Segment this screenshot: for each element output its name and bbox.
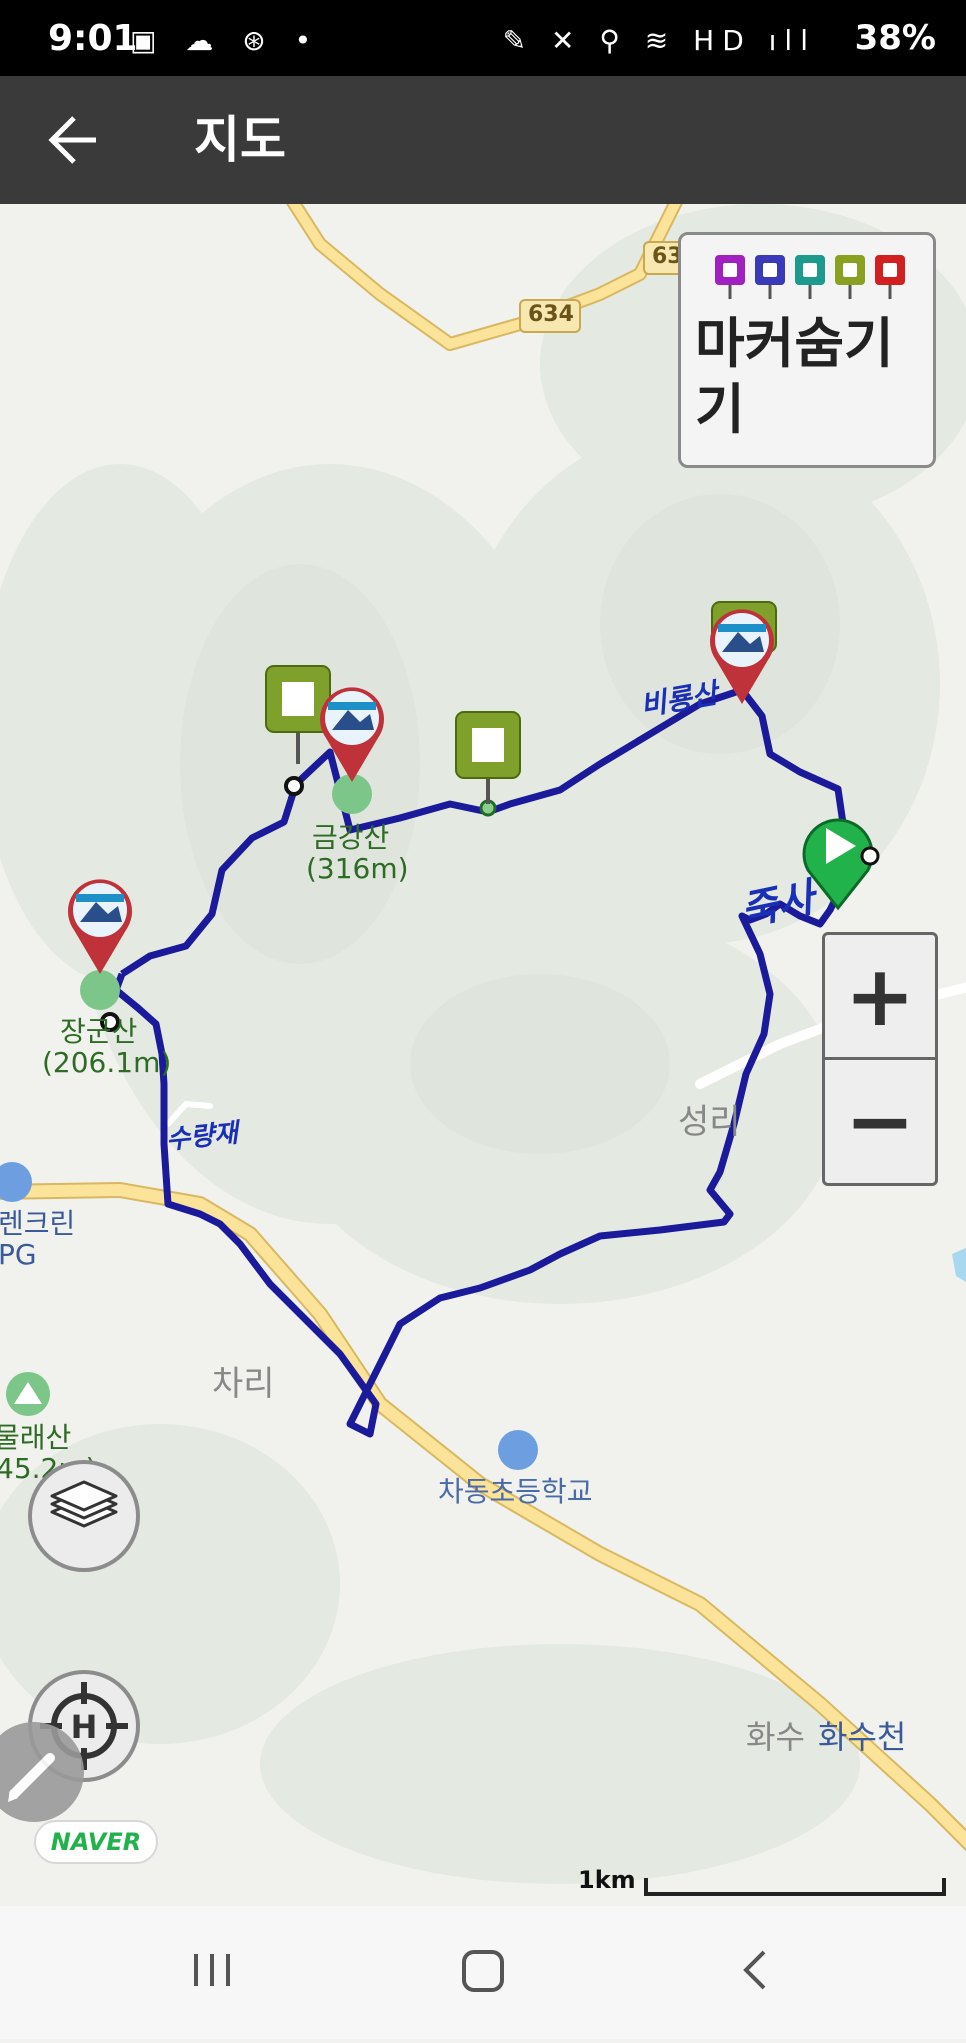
status-time: 9:01 — [48, 18, 138, 59]
scale-label: 1km — [578, 1866, 636, 1894]
place-label-hwasucheon: 화수천 — [818, 1718, 907, 1756]
road-shield-634-lower: 634 — [528, 302, 574, 327]
system-status-icons: ✎ ✕ ⚲ ≋ HD ıll — [502, 24, 816, 57]
peak-label-geumgangsan: 금강산 — [312, 821, 390, 854]
edit-fab[interactable] — [0, 1722, 84, 1822]
system-nav-bar — [0, 1906, 966, 2039]
naver-logo: NAVER — [34, 1820, 158, 1864]
place-label-school: 차동초등학교 — [438, 1475, 593, 1508]
marker-hide-button[interactable]: 마커숨기기 — [678, 232, 936, 468]
flag-marker-icon — [875, 255, 905, 299]
peak-label-janggunsan: 장군산 — [60, 1015, 138, 1048]
status-bar: 9:01 ▣ ☁ ⊛ • ✎ ✕ ⚲ ≋ HD ıll 38% — [0, 0, 966, 76]
video-marker-icon — [755, 255, 785, 299]
zoom-in-button[interactable]: + — [825, 935, 935, 1060]
camera-marker-icon — [715, 255, 745, 299]
mic-marker-icon — [795, 255, 825, 299]
note-marker-icon — [835, 255, 865, 299]
arrow-left-icon — [48, 116, 96, 164]
place-label-hwasu: 화수 — [746, 1718, 805, 1756]
recent-apps-icon — [194, 1954, 230, 1986]
layers-button[interactable] — [28, 1460, 140, 1572]
place-label-chari: 차리 — [212, 1364, 275, 1404]
marker-hide-label: 마커숨기기 — [695, 312, 894, 441]
notification-icons: ▣ ☁ ⊛ • — [130, 24, 322, 57]
peak-label-mullaesan: 물래산 — [0, 1421, 72, 1454]
back-nav-icon — [743, 1950, 766, 1990]
handwritten-suryangjae: 수량재 — [164, 1118, 240, 1156]
place-label-seongri: 성리 — [678, 1102, 741, 1142]
zoom-controls: + − — [822, 932, 938, 1186]
layers-icon — [50, 1480, 118, 1528]
marker-type-icons — [715, 255, 905, 299]
pencil-icon — [8, 1753, 55, 1802]
zoom-out-button[interactable]: − — [825, 1060, 935, 1182]
place-label-lpg-2: PG — [0, 1238, 37, 1271]
place-label-lpg: 렌크린 — [0, 1207, 76, 1240]
page-title: 지도 — [194, 111, 286, 169]
peak-elevation-geumgangsan: (316m) — [306, 852, 409, 885]
battery-percent: 38% — [854, 18, 936, 58]
map-view[interactable]: 634 634 장군산 (206.1m) 금강산 (316m) 물래산 45.2… — [0, 204, 966, 1906]
peak-elevation-janggunsan: (206.1m) — [42, 1046, 172, 1079]
home-icon — [462, 1950, 504, 1992]
nav-buttons — [194, 1950, 766, 1992]
back-button[interactable] — [40, 102, 116, 178]
app-bar: 지도 — [0, 76, 966, 204]
